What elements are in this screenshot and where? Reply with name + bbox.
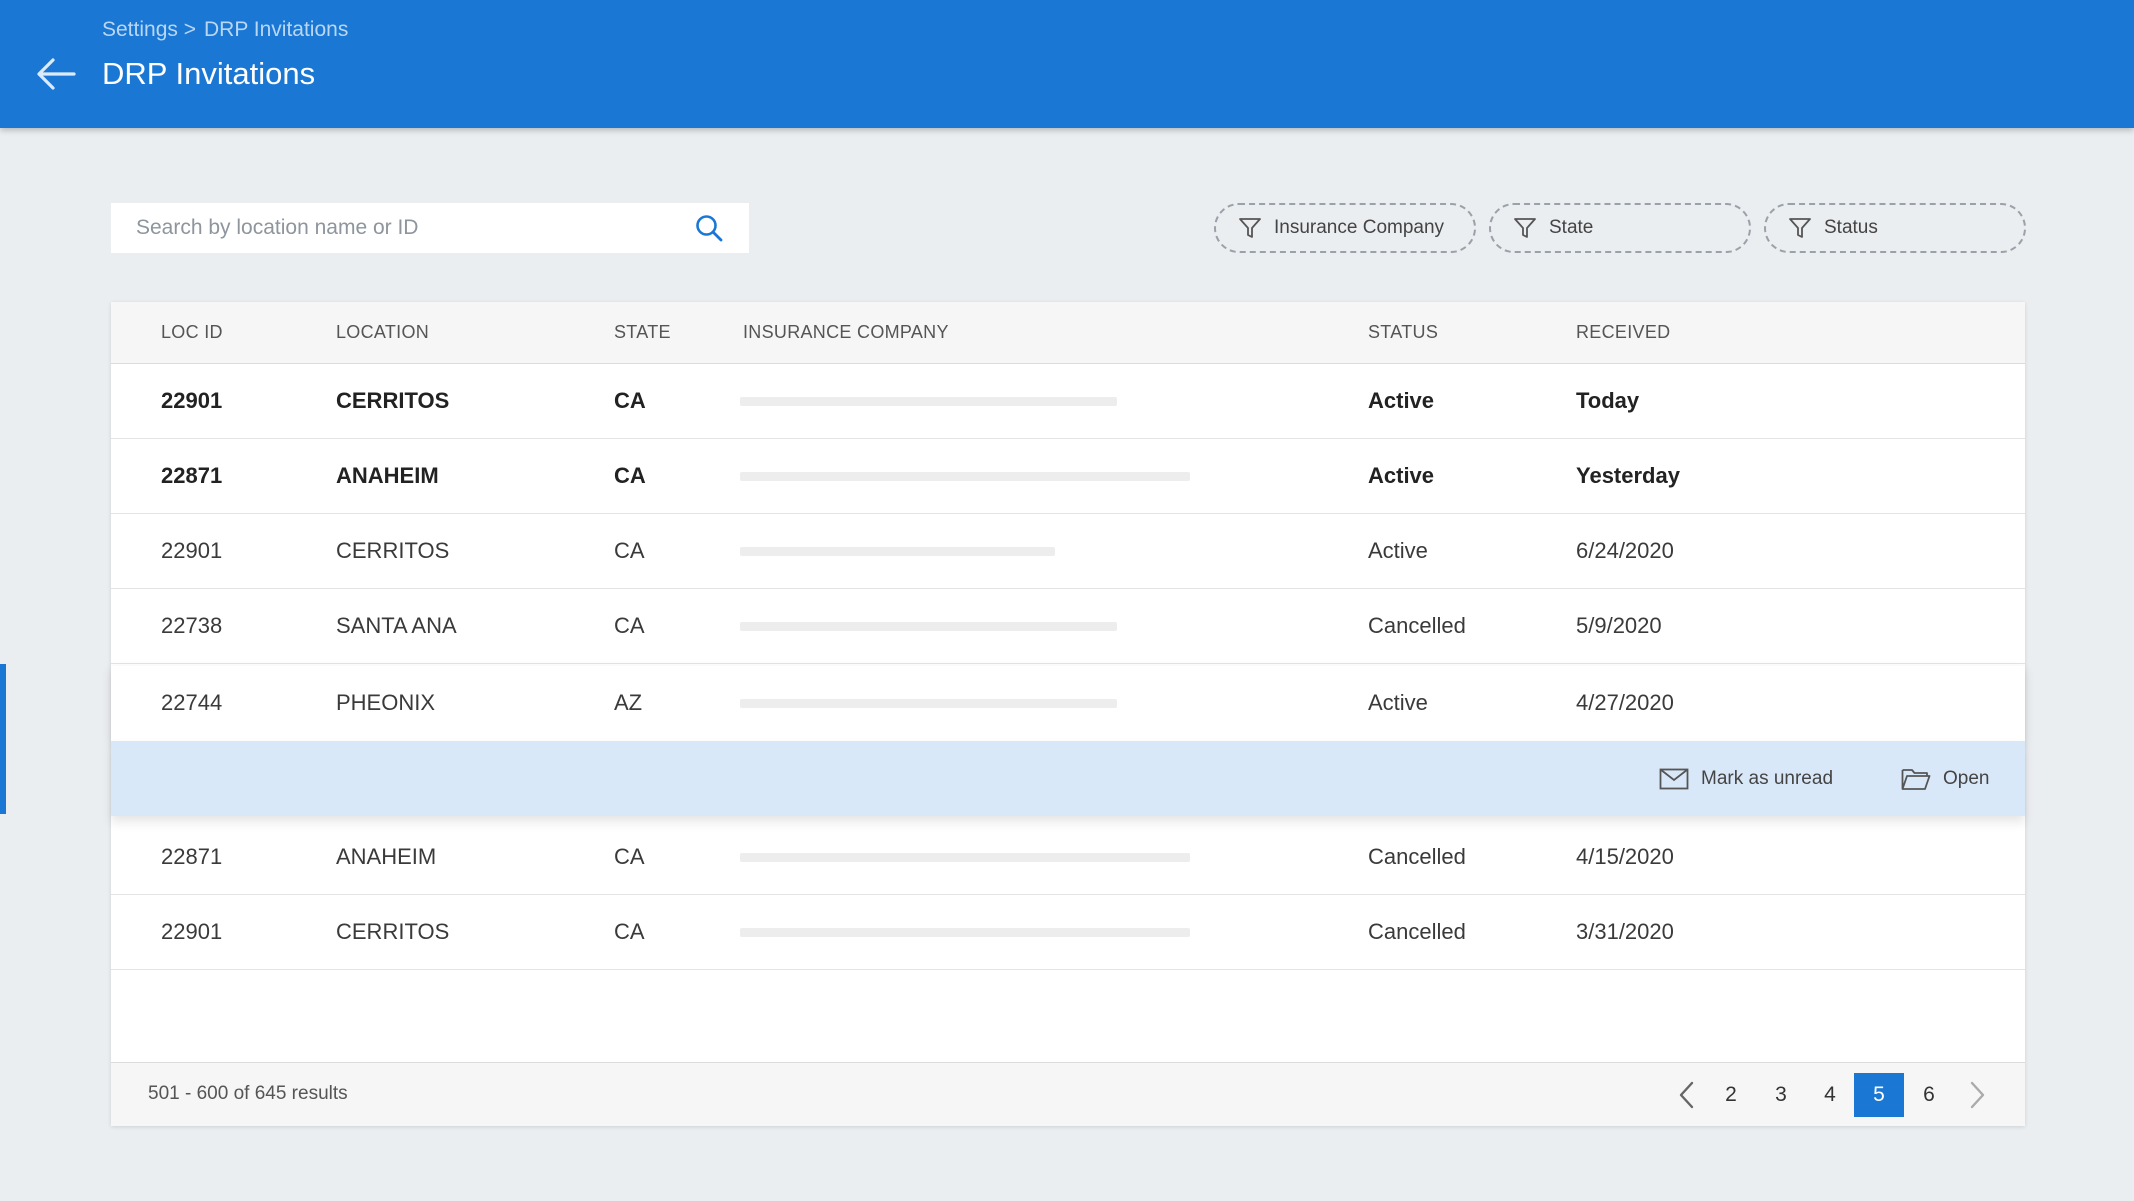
- cell-status: Cancelled: [1368, 844, 1466, 869]
- cell-received: Yesterday: [1576, 463, 1680, 488]
- filter-state[interactable]: State: [1489, 203, 1751, 253]
- insurance-company-placeholder: [740, 622, 1117, 631]
- cell-status: Active: [1368, 690, 1428, 715]
- table-row[interactable]: 22738 SANTA ANA CA Cancelled 5/9/2020: [111, 589, 2025, 664]
- back-button[interactable]: [34, 52, 78, 96]
- cell-loc-id: 22901: [161, 388, 223, 413]
- cell-location: ANAHEIM: [336, 463, 439, 488]
- cell-loc-id: 22901: [161, 538, 223, 563]
- table-footer: 501 - 600 of 645 results 2 3 4 5 6: [111, 1062, 2025, 1126]
- breadcrumb-current: DRP Invitations: [203, 18, 349, 41]
- breadcrumb-settings[interactable]: Settings >: [102, 18, 196, 42]
- table-row[interactable]: 22901 CERRITOS CA Active 6/24/2020: [111, 514, 2025, 589]
- filter-label: State: [1549, 217, 1594, 238]
- insurance-company-placeholder: [740, 397, 1117, 406]
- filter-icon: [1513, 216, 1537, 240]
- row-action-bar: Mark as unread Open: [111, 741, 2025, 816]
- cell-state: CA: [614, 538, 645, 563]
- open-button[interactable]: Open: [1901, 763, 1989, 795]
- cell-status: Cancelled: [1368, 919, 1466, 944]
- envelope-icon: [1659, 768, 1689, 790]
- cell-loc-id: 22871: [161, 844, 223, 869]
- search-box: [111, 203, 749, 253]
- cell-received: 4/27/2020: [1576, 690, 1674, 715]
- filter-label: Status: [1824, 217, 1878, 238]
- insurance-company-placeholder: [740, 853, 1190, 862]
- chevron-left-icon: [1679, 1081, 1694, 1109]
- search-input[interactable]: [111, 203, 689, 253]
- cell-received: 3/31/2020: [1576, 919, 1674, 944]
- arrow-left-icon: [37, 58, 76, 90]
- cell-state: CA: [614, 388, 646, 413]
- cell-state: CA: [614, 463, 646, 488]
- cell-status: Active: [1368, 463, 1435, 488]
- filter-label: Insurance Company: [1274, 217, 1445, 238]
- table-row[interactable]: 22871 ANAHEIM CA Active Yesterday: [111, 439, 2025, 514]
- cell-loc-id: 22901: [161, 919, 223, 944]
- column-header-location[interactable]: LOCATION: [336, 322, 429, 343]
- cell-loc-id: 22871: [161, 463, 223, 488]
- column-header-received[interactable]: RECEIVED: [1576, 322, 1670, 343]
- cell-loc-id: 22738: [161, 613, 223, 638]
- cell-state: AZ: [614, 690, 643, 715]
- cell-location: CERRITOS: [336, 919, 450, 944]
- column-header-loc-id[interactable]: LOC ID: [161, 322, 223, 343]
- table-header: LOC ID LOCATION STATE INSURANCE COMPANY …: [111, 302, 2025, 364]
- column-header-state[interactable]: STATE: [614, 322, 671, 343]
- cell-location: ANAHEIM: [336, 844, 437, 869]
- selected-row-indicator: [0, 664, 6, 814]
- column-header-status[interactable]: STATUS: [1368, 322, 1438, 343]
- table-row-selected[interactable]: 22744 PHEONIX AZ Active 4/27/2020: [111, 666, 2025, 741]
- page-3-button[interactable]: 3: [1756, 1073, 1806, 1117]
- insurance-company-placeholder: [740, 928, 1190, 937]
- table-row[interactable]: 22901 CERRITOS CA Cancelled 3/31/2020: [111, 895, 2025, 970]
- cell-loc-id: 22744: [161, 690, 223, 715]
- insurance-company-placeholder: [740, 699, 1117, 708]
- filter-insurance-company[interactable]: Insurance Company: [1214, 203, 1476, 253]
- cell-status: Active: [1368, 538, 1428, 563]
- cell-received: Today: [1576, 388, 1640, 413]
- page-2-button[interactable]: 2: [1706, 1073, 1756, 1117]
- folder-open-icon: [1901, 769, 1931, 790]
- cell-location: CERRITOS: [336, 538, 450, 563]
- page-title: DRP Invitations: [102, 56, 316, 91]
- cell-status: Active: [1368, 388, 1435, 413]
- insurance-company-placeholder: [740, 547, 1055, 556]
- breadcrumb: Settings > DRP Invitations: [102, 18, 348, 42]
- cell-received: 4/15/2020: [1576, 844, 1674, 869]
- table-row[interactable]: 22871 ANAHEIM CA Cancelled 4/15/2020: [111, 820, 2025, 895]
- next-page-button[interactable]: [1957, 1073, 1997, 1117]
- page-5-button[interactable]: 5: [1854, 1073, 1904, 1117]
- filter-icon: [1788, 216, 1812, 240]
- search-icon[interactable]: [689, 208, 729, 248]
- cell-state: CA: [614, 919, 645, 944]
- filter-icon: [1238, 216, 1262, 240]
- app-header: Settings > DRP Invitations DRP Invitatio…: [0, 0, 2134, 128]
- filter-status[interactable]: Status: [1764, 203, 2026, 253]
- cell-location: PHEONIX: [336, 690, 436, 715]
- cell-state: CA: [614, 613, 645, 638]
- invitations-table: LOC ID LOCATION STATE INSURANCE COMPANY …: [111, 302, 2025, 1126]
- page-4-button[interactable]: 4: [1805, 1073, 1855, 1117]
- insurance-company-placeholder: [740, 472, 1190, 481]
- table-row[interactable]: 22901 CERRITOS CA Active Today: [111, 364, 2025, 439]
- cell-received: 5/9/2020: [1576, 613, 1662, 638]
- page-6-button[interactable]: 6: [1904, 1073, 1954, 1117]
- open-label: Open: [1943, 768, 1990, 789]
- cell-location: SANTA ANA: [336, 613, 457, 638]
- cell-state: CA: [614, 844, 645, 869]
- chevron-right-icon: [1970, 1081, 1985, 1109]
- cell-received: 6/24/2020: [1576, 538, 1674, 563]
- column-header-insurance-company[interactable]: INSURANCE COMPANY: [743, 322, 949, 343]
- mark-as-unread-button[interactable]: Mark as unread: [1659, 763, 1833, 795]
- results-summary: 501 - 600 of 645 results: [148, 1083, 348, 1104]
- mark-as-unread-label: Mark as unread: [1701, 768, 1834, 789]
- previous-page-button[interactable]: [1667, 1073, 1707, 1117]
- cell-status: Cancelled: [1368, 613, 1466, 638]
- cell-location: CERRITOS: [336, 388, 450, 413]
